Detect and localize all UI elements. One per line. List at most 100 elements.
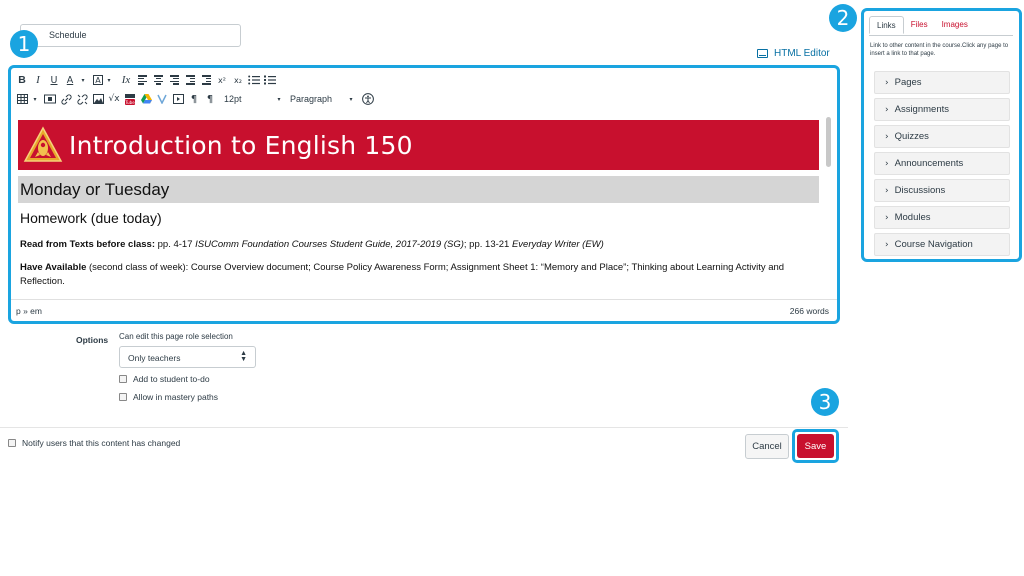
chevron-right-icon: › bbox=[885, 77, 889, 88]
day-heading: Monday or Tuesday bbox=[18, 176, 819, 203]
student-todo-label: Add to student to-do bbox=[133, 374, 210, 384]
bullet-list-icon[interactable] bbox=[247, 72, 261, 88]
chevron-right-icon: › bbox=[885, 185, 889, 196]
sidebar-item-label: Modules bbox=[894, 212, 931, 223]
font-size-select[interactable]: 12pt bbox=[223, 91, 263, 107]
indent-icon[interactable] bbox=[183, 72, 197, 88]
sidebar-item-assignments[interactable]: › Assignments bbox=[874, 98, 1010, 121]
available-label: Have Available bbox=[20, 262, 87, 273]
options-help-text: Can edit this page role selection bbox=[119, 332, 233, 341]
notify-users-label: Notify users that this content has chang… bbox=[22, 438, 181, 448]
homework-heading: Homework (due today) bbox=[20, 210, 162, 226]
tab-images[interactable]: Images bbox=[935, 16, 975, 34]
link-icon[interactable] bbox=[59, 91, 73, 107]
mastery-paths-checkbox[interactable] bbox=[119, 393, 127, 401]
html-editor-link[interactable]: HTML Editor bbox=[757, 48, 830, 59]
content-sidebar: Links Files Images Link to other content… bbox=[861, 8, 1022, 262]
bold-button[interactable]: B bbox=[15, 72, 29, 88]
outdent-icon[interactable] bbox=[199, 72, 213, 88]
keyboard-icon bbox=[757, 49, 768, 58]
background-color-dropdown[interactable]: ▾ bbox=[105, 72, 113, 88]
align-left-icon[interactable] bbox=[135, 72, 149, 88]
align-right-icon[interactable] bbox=[167, 72, 181, 88]
available-text: (second class of week): Course Overview … bbox=[20, 262, 785, 287]
sidebar-item-label: Announcements bbox=[894, 158, 964, 169]
editor-content[interactable]: Introduction to English 150 Monday or Tu… bbox=[15, 114, 830, 299]
font-size-dropdown[interactable]: ▾ bbox=[275, 91, 283, 107]
align-center-icon[interactable] bbox=[151, 72, 165, 88]
unlink-icon[interactable] bbox=[75, 91, 89, 107]
table-icon[interactable] bbox=[15, 91, 29, 107]
sidebar-item-label: Discussions bbox=[894, 185, 946, 196]
google-drive-icon[interactable] bbox=[139, 91, 153, 107]
tab-links[interactable]: Links bbox=[869, 16, 904, 34]
callout-3: 3 bbox=[811, 388, 839, 416]
chevron-right-icon: › bbox=[885, 239, 889, 250]
edit-role-select[interactable]: Only teachers ▲ ▼ bbox=[119, 346, 256, 368]
accessibility-checker-icon[interactable] bbox=[361, 91, 375, 107]
image-icon[interactable] bbox=[91, 91, 105, 107]
rtl-icon[interactable]: ¶ bbox=[203, 91, 217, 107]
tab-files[interactable]: Files bbox=[904, 16, 935, 34]
table-dropdown[interactable]: ▾ bbox=[31, 91, 39, 107]
sidebar-item-label: Quizzes bbox=[894, 131, 929, 142]
sidebar-item-announcements[interactable]: › Announcements bbox=[874, 152, 1010, 175]
subscript-button[interactable]: x₂ bbox=[231, 72, 245, 88]
html-editor-label: HTML Editor bbox=[774, 48, 830, 59]
notify-users-checkbox[interactable] bbox=[8, 439, 16, 447]
element-path[interactable]: p » em bbox=[16, 306, 42, 316]
underline-button[interactable]: U bbox=[47, 72, 61, 88]
page-title-input[interactable]: Schedule bbox=[20, 24, 241, 47]
available-paragraph: Have Available (second class of week): C… bbox=[20, 261, 820, 289]
student-todo-checkbox[interactable] bbox=[119, 375, 127, 383]
lti-icon[interactable] bbox=[155, 91, 169, 107]
sidebar-item-quizzes[interactable]: › Quizzes bbox=[874, 125, 1010, 148]
text-color-dropdown[interactable]: ▾ bbox=[79, 72, 87, 88]
chevron-right-icon: › bbox=[885, 131, 889, 142]
numbered-list-icon[interactable] bbox=[263, 72, 277, 88]
math-icon[interactable]: √x bbox=[107, 91, 121, 107]
sidebar-item-course-navigation[interactable]: › Course Navigation bbox=[874, 233, 1010, 256]
reading-pages-sg: pp. 4-17 bbox=[154, 239, 196, 250]
youtube-icon[interactable]: Tube bbox=[123, 91, 137, 107]
reading-ew-title: Everyday Writer (EW) bbox=[511, 239, 604, 250]
reading-pages-ew: ; pp. 13-21 bbox=[463, 239, 512, 250]
superscript-button[interactable]: x² bbox=[215, 72, 229, 88]
sidebar-item-label: Assignments bbox=[894, 104, 949, 115]
sidebar-item-modules[interactable]: › Modules bbox=[874, 206, 1010, 229]
embed-icon[interactable] bbox=[171, 91, 185, 107]
editor-status-bar: p » em 266 words bbox=[11, 299, 837, 321]
block-format-dropdown[interactable]: ▾ bbox=[347, 91, 355, 107]
background-color-button[interactable]: A bbox=[93, 75, 103, 85]
italic-button[interactable]: I bbox=[31, 72, 45, 88]
options-label: Options bbox=[76, 335, 109, 345]
sidebar-tabs: Links Files Images bbox=[869, 16, 975, 34]
editor-toolbar: B I U A ▾ A ▾ Ix x² x₂ ▾ √x Tube ¶ ¶ 12p… bbox=[11, 68, 837, 112]
mastery-paths-label: Allow in mastery paths bbox=[133, 392, 219, 402]
reading-label: Read from Texts before class: bbox=[20, 239, 155, 250]
word-count: 266 words bbox=[789, 305, 829, 316]
notify-users-option[interactable]: Notify users that this content has chang… bbox=[8, 438, 180, 448]
footer-divider bbox=[0, 427, 848, 428]
media-icon[interactable] bbox=[43, 91, 57, 107]
cancel-button[interactable]: Cancel bbox=[745, 434, 789, 459]
edit-role-value: Only teachers bbox=[128, 353, 181, 363]
chevron-right-icon: › bbox=[885, 212, 889, 223]
ltr-icon[interactable]: ¶ bbox=[187, 91, 201, 107]
mastery-paths-option[interactable]: Allow in mastery paths bbox=[119, 392, 218, 402]
text-color-button[interactable]: A bbox=[63, 72, 77, 88]
save-button[interactable]: Save bbox=[797, 434, 834, 458]
rocket-logo-icon bbox=[23, 126, 63, 162]
svg-text:Tube: Tube bbox=[125, 100, 135, 105]
editor-scrollbar[interactable] bbox=[826, 117, 831, 167]
student-todo-option[interactable]: Add to student to-do bbox=[119, 374, 210, 384]
clear-formatting-button[interactable]: Ix bbox=[119, 72, 133, 88]
callout-2: 2 bbox=[829, 4, 857, 32]
tab-divider bbox=[869, 35, 1013, 36]
block-format-select[interactable]: Paragraph bbox=[289, 91, 341, 107]
sidebar-help-text: Link to other content in the course.Clic… bbox=[870, 43, 1009, 57]
sidebar-item-pages[interactable]: › Pages bbox=[874, 71, 1010, 94]
reading-sg-title: ISUComm Foundation Courses Student Guide… bbox=[195, 239, 464, 250]
rich-content-editor: B I U A ▾ A ▾ Ix x² x₂ ▾ √x Tube ¶ ¶ 12p… bbox=[8, 65, 840, 324]
sidebar-item-discussions[interactable]: › Discussions bbox=[874, 179, 1010, 202]
